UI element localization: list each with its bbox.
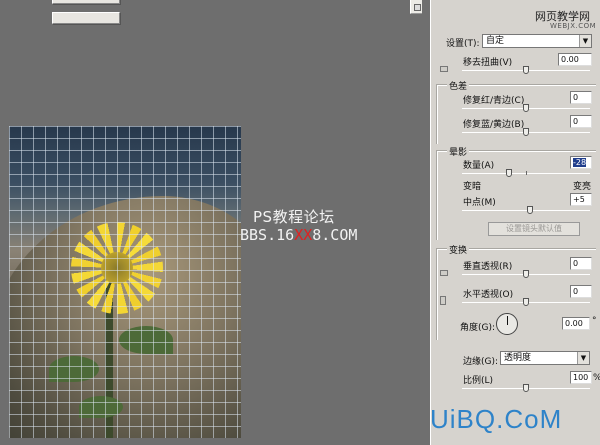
horizontal-label-text: 水平透视	[463, 290, 500, 300]
red-cyan-label: 修复红/青边(C)	[463, 93, 524, 106]
angle-dial-icon[interactable]	[496, 313, 518, 335]
red-cyan-slider-thumb[interactable]	[523, 104, 529, 112]
vertical-label-text: 垂直透视	[463, 262, 500, 272]
distortion-label: 移去扭曲(V)	[463, 55, 512, 68]
angle-label-text: 角度	[460, 323, 479, 333]
settings-select[interactable]: 自定 ▼	[482, 34, 592, 48]
midpoint-input[interactable]: +5	[570, 193, 592, 206]
settings-label-shortcut: (T):	[464, 39, 480, 49]
settings-select-value: 自定	[486, 36, 505, 46]
scale-unit: %	[593, 373, 600, 383]
dropdown-arrow-icon[interactable]: ▼	[579, 35, 591, 47]
amount-input-value: -28	[573, 158, 587, 167]
blue-yellow-slider-thumb[interactable]	[523, 128, 529, 136]
scale-label-text: 比例	[463, 376, 482, 386]
scale-input[interactable]: 100	[570, 371, 592, 384]
distortion-label-shortcut: (V)	[499, 58, 513, 68]
vertical-label-shortcut: (R)	[499, 262, 513, 272]
amount-label-text: 数量	[463, 161, 482, 171]
forum-url-prefix: BBS.16	[240, 226, 295, 244]
angle-label: 角度(G):	[460, 320, 495, 333]
dropdown-arrow-icon[interactable]: ▼	[577, 352, 589, 364]
distortion-label-text: 移去扭曲	[463, 58, 500, 68]
edge-label-shortcut: (G):	[481, 357, 499, 367]
horizontal-slider-thumb[interactable]	[523, 298, 529, 306]
horizontal-perspective-label: 水平透视(O)	[463, 287, 513, 300]
amount-label: 数量(A)	[463, 158, 494, 171]
red-cyan-label-text: 修复红/青边	[463, 96, 512, 106]
scale-slider-thumb[interactable]	[523, 384, 529, 392]
blue-yellow-input-value: 0	[573, 117, 579, 126]
horizontal-label-shortcut: (O)	[499, 290, 514, 300]
vertical-perspective-input[interactable]: 0	[570, 257, 592, 270]
midpoint-input-value: +5	[573, 195, 585, 204]
vertical-input-value: 0	[573, 259, 579, 268]
midpoint-slider-thumb[interactable]	[527, 206, 533, 214]
vertical-perspective-label: 垂直透视(R)	[463, 259, 512, 272]
amount-label-shortcut: (A)	[481, 161, 495, 171]
vertical-perspective-icon[interactable]	[440, 270, 448, 276]
vertical-slider-thumb[interactable]	[523, 270, 529, 278]
midpoint-slider-track[interactable]	[462, 210, 590, 211]
uibq-logo: UiBQ.CoM	[430, 404, 563, 434]
red-cyan-input-value: 0	[573, 93, 579, 102]
blue-yellow-label-text: 修复蓝/黄边	[463, 120, 512, 130]
edge-label-text: 边缘	[463, 357, 482, 367]
forum-url-red: XX	[294, 226, 313, 244]
scale-label: 比例(L)	[463, 373, 493, 386]
preview-image	[9, 126, 241, 438]
distortion-input-value: 0.00	[561, 55, 579, 64]
blue-yellow-input[interactable]: 0	[570, 115, 592, 128]
transform-group-title: 变换	[447, 243, 470, 256]
edge-select-value: 透明度	[504, 353, 532, 363]
settings-label: 设置(T):	[446, 36, 480, 49]
canvas-scroll-corner[interactable]	[410, 0, 422, 14]
vignette-group-title: 晕影	[447, 145, 470, 158]
settings-label-text: 设置	[446, 39, 465, 49]
blue-yellow-label: 修复蓝/黄边(B)	[463, 117, 524, 130]
horizontal-perspective-icon[interactable]	[440, 296, 446, 305]
ok-button[interactable]	[52, 0, 120, 4]
amount-input[interactable]: -28	[570, 156, 592, 169]
scale-label-shortcut: (L)	[481, 376, 494, 386]
amount-slider-center-tick	[526, 171, 527, 175]
distortion-input[interactable]: 0.00	[558, 53, 592, 66]
scale-input-value: 100	[573, 373, 589, 382]
forum-watermark-title: PS教程论坛	[253, 208, 335, 226]
midpoint-label-text: 中点	[463, 198, 482, 208]
chromatic-group-title: 色差	[447, 79, 470, 92]
angle-input[interactable]: 0.00	[562, 317, 590, 330]
darken-label: 变暗	[463, 182, 482, 192]
horizontal-perspective-input[interactable]: 0	[570, 285, 592, 298]
midpoint-label: 中点(M)	[463, 195, 496, 208]
forum-watermark-url: BBS.16XX8.COM	[240, 226, 357, 244]
site-watermark-url: WEBJX.COM	[550, 22, 597, 30]
midpoint-label-shortcut: (M)	[481, 198, 496, 208]
preview-grid-overlay	[9, 126, 241, 438]
cancel-button[interactable]	[52, 12, 120, 24]
horizontal-input-value: 0	[573, 287, 579, 296]
edge-select[interactable]: 透明度 ▼	[500, 351, 590, 365]
forum-url-suffix: 8.COM	[312, 226, 358, 244]
amount-slider-thumb[interactable]	[506, 169, 512, 177]
angle-label-shortcut: (G):	[478, 323, 496, 333]
distortion-slider-thumb[interactable]	[523, 66, 529, 74]
angle-input-value: 0.00	[565, 319, 583, 328]
set-lens-default-button[interactable]: 设置镜头默认值	[488, 222, 580, 236]
distortion-grid-icon[interactable]	[440, 66, 448, 72]
lighten-label: 变亮	[573, 182, 592, 192]
preview-canvas[interactable]: PS教程论坛 BBS.16XX8.COM	[0, 0, 422, 445]
red-cyan-input[interactable]: 0	[570, 91, 592, 104]
angle-unit: °	[592, 316, 597, 326]
edge-label: 边缘(G):	[463, 354, 498, 367]
